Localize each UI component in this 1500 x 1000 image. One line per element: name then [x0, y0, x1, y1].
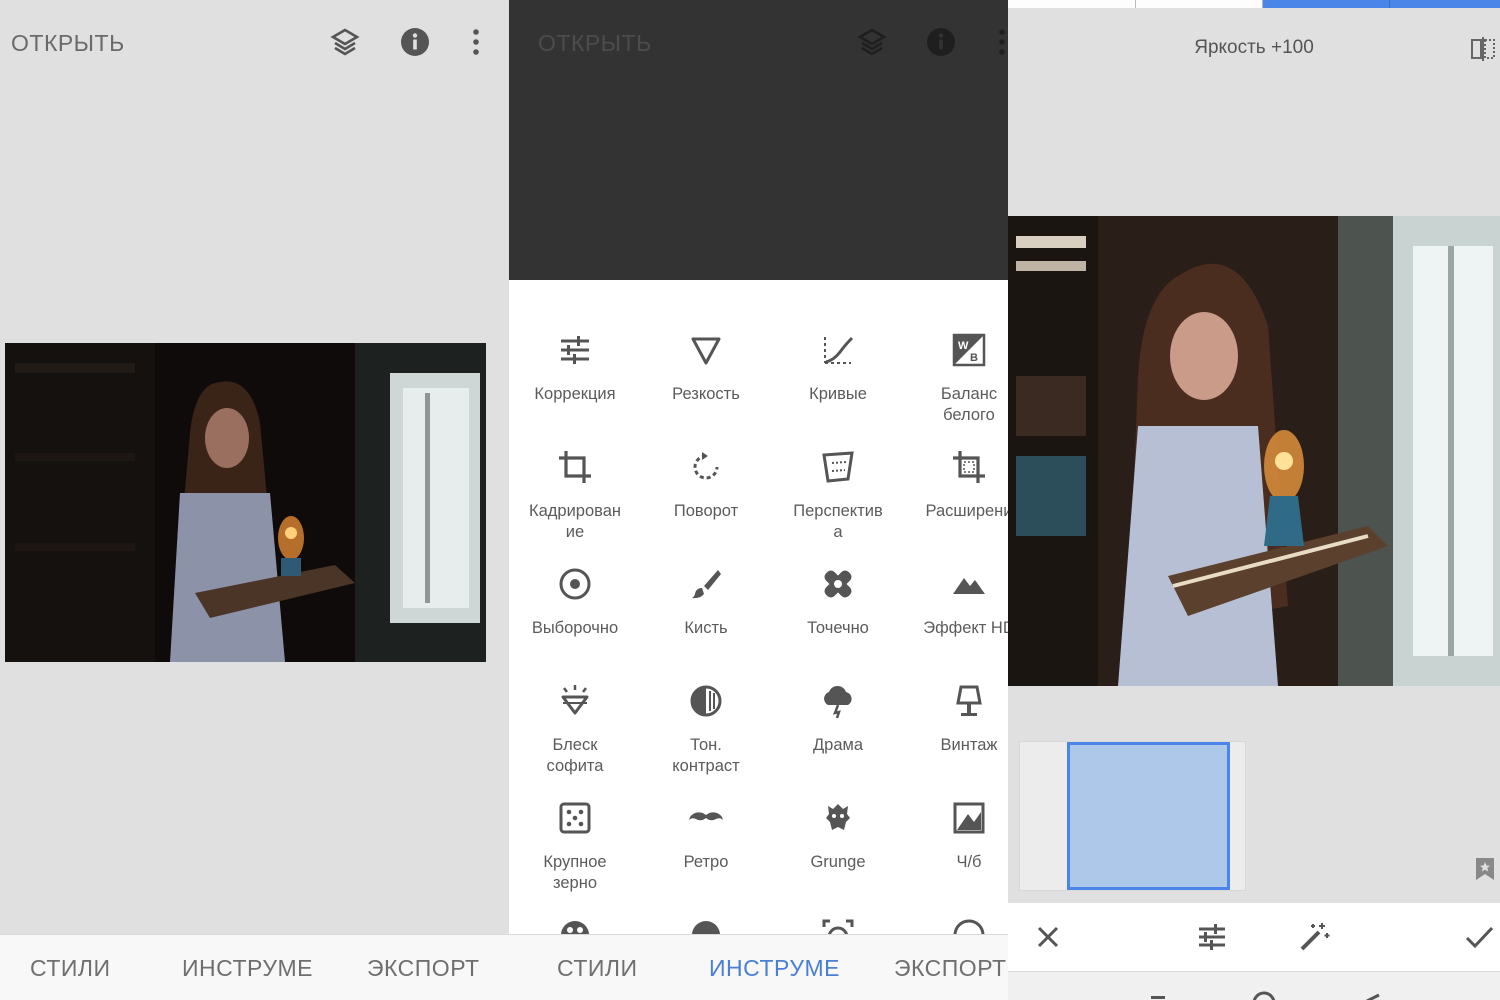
edit-toolbar — [1008, 903, 1500, 971]
toolbar-icon-partial[interactable] — [1363, 992, 1383, 1000]
tab-export[interactable]: ЭКСПОРТ — [367, 955, 480, 982]
photo-edit-canvas[interactable] — [1008, 216, 1500, 686]
tab-export[interactable]: ЭКСПОРТ — [894, 955, 1007, 982]
tab-styles[interactable]: СТИЛИ — [30, 955, 111, 982]
snapseed-main-screen: ОТКРЫТЬ СТИЛИ ИНСТРУМЕ ЭКСПОРТ — [0, 0, 509, 1000]
tool-tune[interactable]: Коррекция — [509, 280, 641, 403]
mountain-icon — [953, 578, 985, 594]
close-icon[interactable] — [1031, 920, 1065, 954]
tool-partial[interactable] — [903, 865, 1008, 934]
circle-icon-partial[interactable] — [1251, 990, 1277, 1000]
toolbar-icon-partial[interactable] — [1148, 992, 1168, 1000]
tool-glamour-glow[interactable]: Блеск софита — [509, 631, 641, 775]
crop-icon — [559, 451, 591, 483]
grunge-icon — [826, 804, 850, 830]
layers-undo-icon[interactable] — [327, 24, 363, 60]
open-button: ОТКРЫТЬ — [538, 30, 652, 56]
tab-tools[interactable]: ИНСТРУМЕ — [182, 955, 313, 982]
info-icon — [923, 24, 959, 60]
tool-curves[interactable]: Кривые — [772, 280, 904, 403]
tool-retrolux[interactable]: Ретро — [640, 748, 772, 871]
brush-icon — [692, 570, 721, 599]
crop-selection-box[interactable] — [1067, 742, 1230, 890]
circle-dots-icon — [953, 919, 985, 934]
perspective-icon — [822, 451, 854, 483]
magic-wand-icon[interactable] — [1297, 920, 1331, 954]
tool-expand[interactable]: Расширени — [903, 397, 1008, 520]
white-balance-icon: WBB — [952, 333, 986, 367]
tool-brush[interactable]: Кисть — [640, 514, 772, 637]
adjustment-strip-active — [1262, 0, 1500, 8]
sliders-icon[interactable] — [1195, 920, 1229, 954]
snapseed-edit-screen: Яркость +100 — [1008, 0, 1500, 1000]
layers-undo-icon — [854, 24, 890, 60]
tool-white-balance[interactable]: WBB Баланс белого — [903, 280, 1008, 424]
top-bar: ОТКРЫТЬ — [0, 0, 509, 86]
tool-details[interactable]: Резкость — [640, 280, 772, 403]
more-menu-icon[interactable] — [458, 24, 494, 60]
top-bar-dimmed: ОТКРЫТЬ — [509, 0, 1008, 86]
tool-crop[interactable]: Кадрирован ие — [509, 397, 641, 541]
lamp-icon — [956, 685, 982, 716]
more-menu-icon — [984, 24, 1008, 60]
snapseed-tools-screen: ОТКРЫТЬ Коррекция Резкость Кривые WBB Ба… — [509, 0, 1008, 1000]
tool-hdr[interactable]: Эффект HD — [903, 514, 1008, 637]
tool-grainy-film[interactable]: Крупное зерно — [509, 748, 641, 892]
tab-tools[interactable]: ИНСТРУМЕ — [709, 955, 840, 982]
rotate-icon — [693, 452, 719, 480]
adjustment-strip — [1008, 0, 1500, 8]
triangle-down-icon — [691, 337, 721, 365]
svg-text:W: W — [958, 340, 969, 352]
bw-icon — [953, 802, 985, 834]
dice-icon — [559, 802, 591, 834]
diamond-icon — [561, 685, 589, 715]
mustache-icon — [689, 812, 723, 821]
bottom-navigation: СТИЛИ ИНСТРУМЕ ЭКСПОРТ — [509, 934, 1008, 1000]
tool-vintage[interactable]: Винтаж — [903, 631, 1008, 754]
play-circle-icon — [692, 921, 720, 934]
info-icon[interactable] — [397, 24, 433, 60]
checkmark-icon[interactable] — [1462, 920, 1496, 954]
tonal-contrast-icon — [690, 685, 722, 717]
tool-tonal-contrast[interactable]: Тон. контраст — [640, 631, 772, 775]
tool-selective[interactable]: Выборочно — [509, 514, 641, 637]
tool-partial[interactable] — [509, 865, 641, 934]
tool-black-white[interactable]: Ч/б — [903, 748, 1008, 871]
brightness-value-label: Яркость +100 — [1194, 37, 1314, 58]
tool-partial[interactable] — [640, 865, 772, 934]
curves-icon — [824, 336, 854, 364]
tool-perspective[interactable]: Перспектив а — [772, 397, 904, 541]
tools-grid: Коррекция Резкость Кривые WBB Баланс бел… — [509, 280, 1008, 934]
expand-icon — [953, 451, 985, 483]
photo-preview — [5, 343, 486, 662]
tool-grunge[interactable]: Grunge — [772, 748, 904, 871]
tool-rotate[interactable]: Поворот — [640, 397, 772, 520]
tool-partial[interactable] — [772, 865, 904, 934]
healing-icon — [824, 570, 852, 598]
crop-preview-thumbnail[interactable] — [1019, 741, 1246, 891]
tool-healing[interactable]: Точечно — [772, 514, 904, 637]
open-button[interactable]: ОТКРЫТЬ — [11, 30, 125, 57]
tool-drama[interactable]: Драма — [772, 631, 904, 754]
film-reel-icon — [561, 921, 589, 934]
sliders-icon — [561, 336, 589, 364]
secondary-toolbar — [1008, 971, 1500, 1000]
face-frame-icon — [822, 919, 854, 934]
bottom-navigation: СТИЛИ ИНСТРУМЕ ЭКСПОРТ — [0, 934, 509, 1000]
svg-text:B: B — [970, 352, 978, 364]
target-icon — [559, 568, 591, 600]
cloud-lightning-icon — [824, 685, 852, 719]
tab-styles[interactable]: СТИЛИ — [557, 955, 638, 982]
bookmark-star-icon[interactable] — [1474, 856, 1496, 882]
compare-icon[interactable] — [1470, 36, 1496, 62]
